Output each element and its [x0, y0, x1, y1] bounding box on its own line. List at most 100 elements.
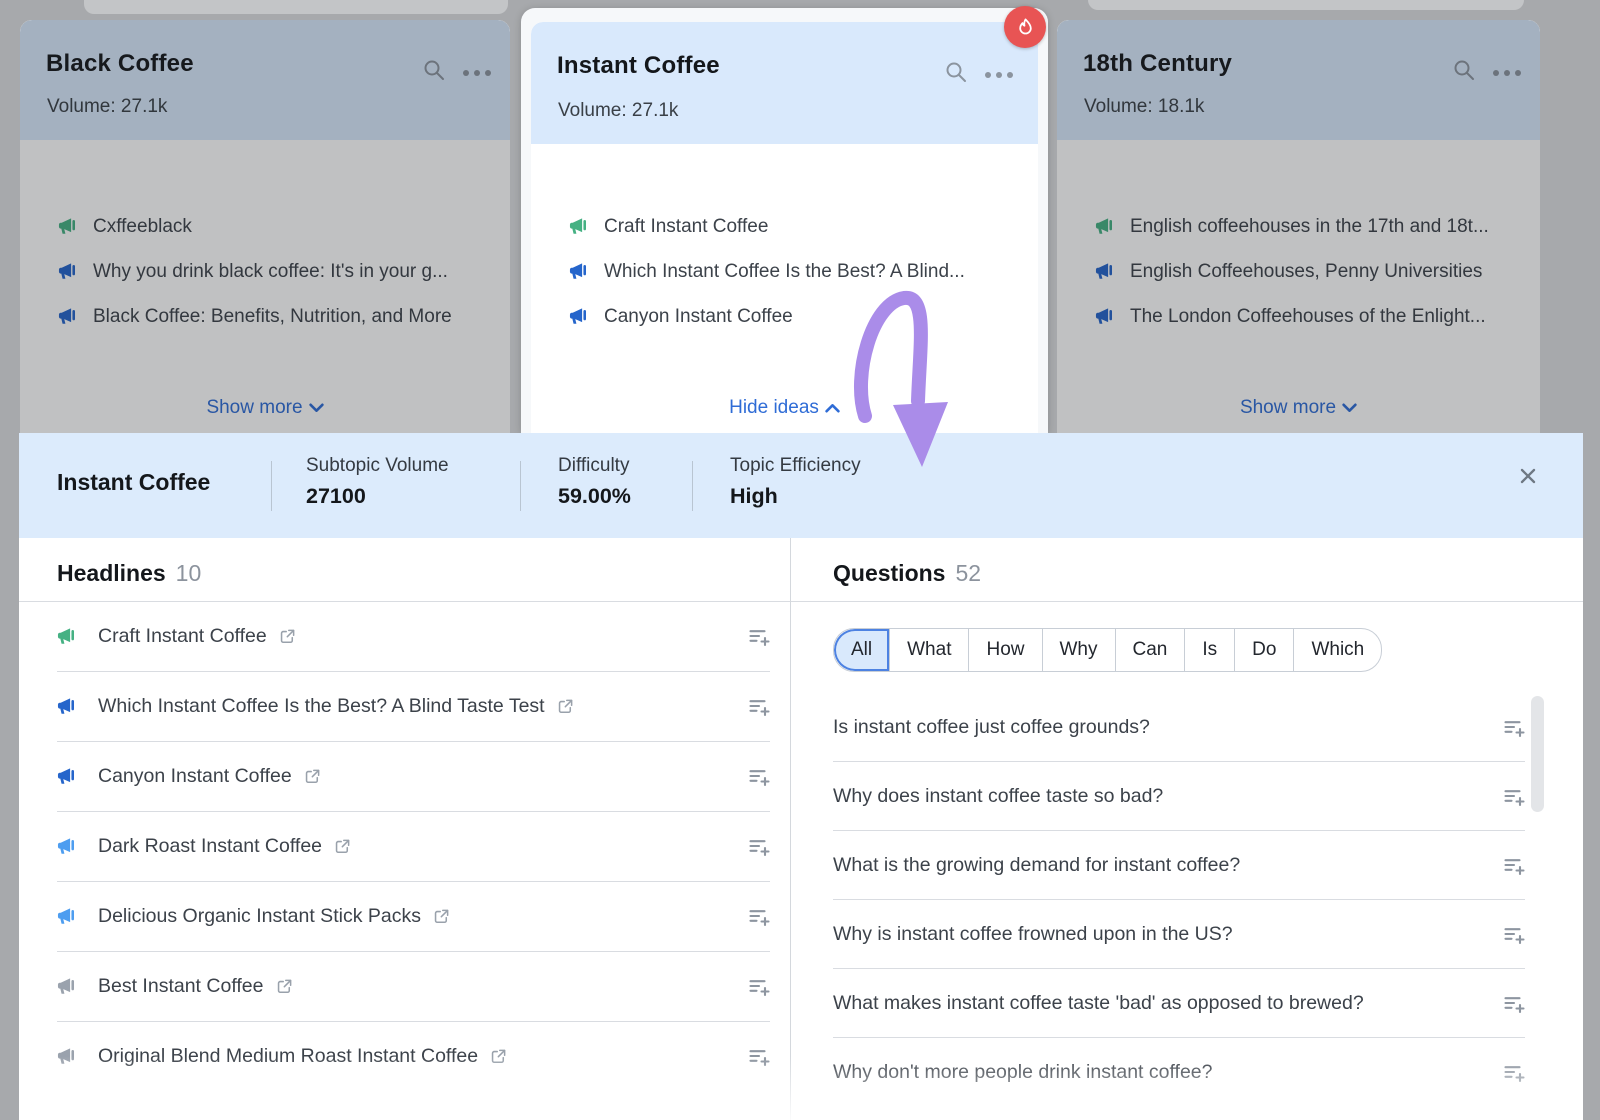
add-to-list-icon[interactable]: [1502, 923, 1525, 946]
add-to-list-icon[interactable]: [1502, 716, 1525, 739]
filter-tab-can[interactable]: Can: [1116, 629, 1186, 671]
card-idea-item[interactable]: Which Instant Coffee Is the Best? A Blin…: [569, 249, 1018, 294]
chevron-up-icon: [825, 397, 840, 419]
show-more-link[interactable]: Show more: [1057, 397, 1540, 419]
external-link-icon[interactable]: [279, 628, 296, 645]
topic-card-instant-coffee[interactable]: Instant Coffee Volume: 27.1k Craft Insta…: [531, 22, 1038, 433]
headline-row[interactable]: Craft Instant Coffee: [57, 602, 770, 672]
question-row[interactable]: Why is instant coffee frowned upon in th…: [833, 900, 1525, 969]
topic-card-black-coffee[interactable]: Black Coffee Volume: 27.1k CxffeeblackWh…: [20, 20, 510, 433]
search-icon[interactable]: [944, 60, 968, 89]
filter-tab-what[interactable]: What: [890, 629, 969, 671]
add-to-list-icon[interactable]: [1502, 992, 1525, 1015]
card-idea-item[interactable]: Canyon Instant Coffee: [569, 294, 1018, 339]
card-idea-item[interactable]: Cxffeeblack: [58, 204, 490, 249]
megaphone-icon: [58, 307, 77, 326]
card-idea-item[interactable]: English Coffeehouses, Penny Universities: [1095, 249, 1520, 294]
add-to-list-icon[interactable]: [747, 975, 770, 998]
megaphone-icon: [58, 262, 77, 281]
close-icon[interactable]: [1515, 463, 1541, 489]
card-idea-item[interactable]: Why you drink black coffee: It's in your…: [58, 249, 490, 294]
question-row[interactable]: Why don't more people drink instant coff…: [833, 1038, 1525, 1106]
headlines-column: Headlines10 Craft Instant Coffee Which I…: [19, 538, 790, 1120]
card-idea-item[interactable]: The London Coffeehouses of the Enlight..…: [1095, 294, 1520, 339]
question-row[interactable]: Is instant coffee just coffee grounds?: [833, 693, 1525, 762]
hide-ideas-link[interactable]: Hide ideas: [531, 397, 1038, 419]
add-to-list-icon[interactable]: [747, 1045, 770, 1068]
megaphone-icon: [57, 627, 76, 646]
headline-text[interactable]: Dark Roast Instant Coffee: [98, 835, 322, 858]
external-link-icon[interactable]: [334, 838, 351, 855]
megaphone-icon: [57, 697, 76, 716]
headline-text[interactable]: Canyon Instant Coffee: [98, 765, 292, 788]
headlines-list: Craft Instant Coffee Which Instant Coffe…: [19, 602, 790, 1091]
questions-heading: Questions52: [791, 560, 1583, 587]
headlines-heading: Headlines10: [19, 560, 790, 587]
filter-tab-is[interactable]: Is: [1185, 629, 1235, 671]
divider: [271, 461, 272, 511]
filter-tab-all[interactable]: All: [834, 629, 890, 671]
background-artifact: [84, 0, 508, 14]
headline-text[interactable]: Which Instant Coffee Is the Best? A Blin…: [98, 695, 545, 718]
megaphone-icon: [57, 767, 76, 786]
divider: [791, 601, 1583, 602]
questions-list: Is instant coffee just coffee grounds? W…: [791, 693, 1583, 1106]
external-link-icon[interactable]: [433, 908, 450, 925]
show-more-link[interactable]: Show more: [20, 397, 510, 419]
headline-row[interactable]: Delicious Organic Instant Stick Packs: [57, 882, 770, 952]
more-options-icon[interactable]: [462, 64, 492, 82]
add-to-list-icon[interactable]: [1502, 854, 1525, 877]
question-filter-tabs: AllWhatHowWhyCanIsDoWhich: [833, 628, 1382, 672]
question-row[interactable]: Why does instant coffee taste so bad?: [833, 762, 1525, 831]
headline-text[interactable]: Original Blend Medium Roast Instant Coff…: [98, 1045, 478, 1068]
headline-text[interactable]: Delicious Organic Instant Stick Packs: [98, 905, 421, 928]
external-link-icon[interactable]: [276, 978, 293, 995]
add-to-list-icon[interactable]: [747, 765, 770, 788]
topic-card-18th-century[interactable]: 18th Century Volume: 18.1k English coffe…: [1057, 20, 1540, 433]
search-icon[interactable]: [422, 58, 446, 87]
more-options-icon[interactable]: [1492, 64, 1522, 82]
filter-tab-do[interactable]: Do: [1235, 629, 1294, 671]
add-to-list-icon[interactable]: [747, 625, 770, 648]
headline-row[interactable]: Dark Roast Instant Coffee: [57, 812, 770, 882]
panel-body: Headlines10 Craft Instant Coffee Which I…: [19, 538, 1583, 1120]
card-idea-item[interactable]: Black Coffee: Benefits, Nutrition, and M…: [58, 294, 490, 339]
headline-row[interactable]: Canyon Instant Coffee: [57, 742, 770, 812]
headline-row[interactable]: Original Blend Medium Roast Instant Coff…: [57, 1022, 770, 1091]
external-link-icon[interactable]: [557, 698, 574, 715]
more-options-icon[interactable]: [984, 66, 1014, 84]
question-row[interactable]: What is the growing demand for instant c…: [833, 831, 1525, 900]
external-link-icon[interactable]: [304, 768, 321, 785]
filter-tab-why[interactable]: Why: [1043, 629, 1116, 671]
filter-tab-which[interactable]: Which: [1294, 629, 1381, 671]
question-row[interactable]: What makes instant coffee taste 'bad' as…: [833, 969, 1525, 1038]
headline-row[interactable]: Which Instant Coffee Is the Best? A Blin…: [57, 672, 770, 742]
headline-text[interactable]: Best Instant Coffee: [98, 975, 264, 998]
add-to-list-icon[interactable]: [1502, 785, 1525, 808]
card-volume: Volume: 18.1k: [1084, 96, 1204, 118]
card-idea-item[interactable]: English coffeehouses in the 17th and 18t…: [1095, 204, 1520, 249]
add-to-list-icon[interactable]: [747, 905, 770, 928]
chevron-down-icon: [309, 397, 324, 419]
divider: [692, 461, 693, 511]
topic-research-screen: Black Coffee Volume: 27.1k CxffeeblackWh…: [0, 0, 1600, 1120]
add-to-list-icon[interactable]: [1502, 1061, 1525, 1084]
megaphone-icon: [1095, 217, 1114, 236]
card-idea-item[interactable]: Craft Instant Coffee: [569, 204, 1018, 249]
search-icon[interactable]: [1452, 58, 1476, 87]
background-artifact: [1088, 0, 1524, 10]
question-text: What is the growing demand for instant c…: [833, 854, 1240, 877]
headline-text[interactable]: Craft Instant Coffee: [98, 625, 267, 648]
headline-row[interactable]: Best Instant Coffee: [57, 952, 770, 1022]
megaphone-icon: [58, 217, 77, 236]
external-link-icon[interactable]: [490, 1048, 507, 1065]
questions-scrollbar[interactable]: [1531, 696, 1544, 812]
megaphone-icon: [57, 977, 76, 996]
filter-tab-how[interactable]: How: [969, 629, 1042, 671]
add-to-list-icon[interactable]: [747, 835, 770, 858]
add-to-list-icon[interactable]: [747, 695, 770, 718]
card-volume: Volume: 27.1k: [558, 100, 678, 122]
card-idea-list: CxffeeblackWhy you drink black coffee: I…: [20, 140, 510, 339]
megaphone-icon: [1095, 262, 1114, 281]
questions-column: Questions52 AllWhatHowWhyCanIsDoWhich Is…: [791, 538, 1583, 1120]
